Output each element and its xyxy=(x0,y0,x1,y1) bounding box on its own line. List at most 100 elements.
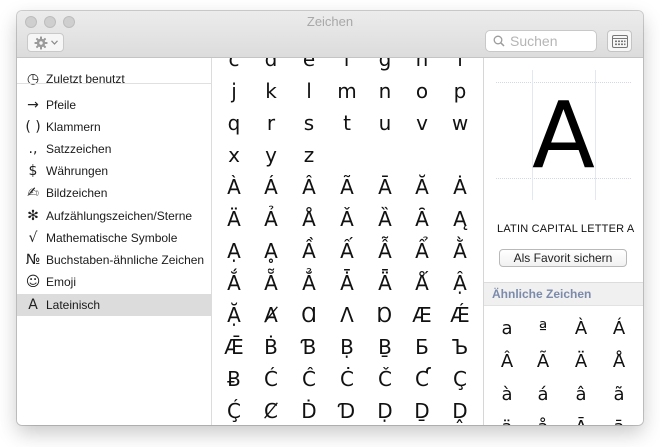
action-menu-button[interactable] xyxy=(27,33,64,52)
sidebar-item[interactable]: → Pfeile xyxy=(17,94,211,116)
character-cell[interactable]: Ȃ xyxy=(404,207,440,231)
character-cell[interactable]: f xyxy=(329,58,365,71)
character-cell[interactable]: Ċ xyxy=(329,367,365,391)
character-cell[interactable]: i xyxy=(442,58,478,71)
character-cell[interactable]: Ȁ xyxy=(367,207,403,231)
character-cell[interactable]: l xyxy=(291,79,327,103)
character-cell[interactable]: m xyxy=(329,79,365,103)
character-cell[interactable]: À xyxy=(216,175,252,199)
character-cell[interactable]: Å xyxy=(291,207,327,231)
similar-character-cell[interactable]: å xyxy=(528,417,558,425)
character-cell[interactable]: p xyxy=(442,79,478,103)
character-cell[interactable]: Ẵ xyxy=(253,271,289,295)
character-cell[interactable]: Č xyxy=(367,367,403,391)
similar-character-cell[interactable]: ā xyxy=(604,417,634,425)
similar-character-cell[interactable]: À xyxy=(566,318,596,339)
character-cell[interactable]: Ǣ xyxy=(216,335,252,359)
character-cell[interactable]: s xyxy=(291,111,327,135)
character-cell[interactable]: c xyxy=(216,58,252,71)
character-cell[interactable]: Ḍ xyxy=(367,399,403,423)
character-cell[interactable]: Ǻ xyxy=(404,271,440,295)
character-cell[interactable]: Ậ xyxy=(442,271,478,295)
character-cell[interactable]: Ƈ xyxy=(404,367,440,391)
character-cell[interactable]: Ḅ xyxy=(329,335,365,359)
character-cell[interactable]: Ạ xyxy=(216,239,252,263)
character-cell[interactable]: Ặ xyxy=(216,303,252,327)
character-cell[interactable]: Ɒ xyxy=(367,303,403,327)
sidebar-item[interactable]: √ Mathematische Symbole xyxy=(17,227,211,249)
similar-character-cell[interactable]: á xyxy=(528,384,558,405)
search-input[interactable] xyxy=(510,33,590,49)
character-cell[interactable]: Ấ xyxy=(329,239,365,263)
character-cell[interactable]: Ȧ xyxy=(442,175,478,199)
similar-character-cell[interactable]: à xyxy=(492,384,522,405)
character-cell[interactable]: q xyxy=(216,111,252,135)
character-cell[interactable]: o xyxy=(404,79,440,103)
character-cell[interactable]: Ä xyxy=(216,207,252,231)
character-cell[interactable]: Ḉ xyxy=(216,399,252,423)
sidebar-item[interactable]: ( ) Klammern xyxy=(17,116,211,138)
similar-character-cell[interactable]: Ä xyxy=(566,351,596,372)
character-cell[interactable]: Ḓ xyxy=(442,399,478,423)
character-cell[interactable]: Ḋ xyxy=(291,399,327,423)
character-cell[interactable]: Â xyxy=(291,175,327,199)
similar-character-cell[interactable]: â xyxy=(566,384,596,405)
similar-character-cell[interactable]: Ã xyxy=(528,351,558,372)
character-cell[interactable]: Ẫ xyxy=(367,239,403,263)
character-cell[interactable]: Ẩ xyxy=(404,239,440,263)
character-cell[interactable]: t xyxy=(329,111,365,135)
character-cell[interactable]: Ắ xyxy=(216,271,252,295)
character-cell[interactable]: Ƀ xyxy=(216,367,252,391)
sidebar-item[interactable]: $ Währungen xyxy=(17,160,211,182)
similar-character-cell[interactable]: ª xyxy=(528,318,558,339)
character-cell[interactable]: Ĉ xyxy=(291,367,327,391)
character-cell[interactable]: Ằ xyxy=(442,239,478,263)
sidebar-item[interactable]: ◷ Zuletzt benutzt xyxy=(17,68,211,90)
similar-character-cell[interactable]: Å xyxy=(604,351,634,372)
character-cell[interactable]: z xyxy=(291,143,327,167)
sidebar-item[interactable]: ✍ Bildzeichen xyxy=(17,182,211,204)
sidebar-item[interactable]: ✻ Aufzählungszeichen/Sterne xyxy=(17,205,211,227)
character-cell[interactable]: Ɑ xyxy=(291,303,327,327)
add-to-favorites-button[interactable]: Als Favorit sichern xyxy=(499,249,627,267)
character-cell[interactable]: Ẳ xyxy=(291,271,327,295)
character-cell[interactable]: Ⱥ xyxy=(253,303,289,327)
character-cell[interactable]: Ъ xyxy=(442,335,478,359)
character-cell[interactable]: Ǡ xyxy=(329,271,365,295)
character-cell[interactable]: Ȼ xyxy=(253,399,289,423)
character-cell[interactable]: e xyxy=(291,58,327,71)
sidebar-item[interactable]: № Buchstaben-ähnliche Zeichen xyxy=(17,249,211,271)
character-cell[interactable]: Ḇ xyxy=(367,335,403,359)
similar-character-cell[interactable]: Ā xyxy=(566,417,596,425)
sidebar-item[interactable]: ☺ Emoji xyxy=(17,271,211,293)
character-cell[interactable]: g xyxy=(367,58,403,71)
character-cell[interactable]: Ầ xyxy=(291,239,327,263)
character-cell[interactable]: Ả xyxy=(253,207,289,231)
character-cell[interactable]: r xyxy=(253,111,289,135)
character-cell[interactable]: Ʌ xyxy=(329,303,365,327)
character-cell[interactable]: Ḏ xyxy=(404,399,440,423)
character-cell[interactable]: Ǟ xyxy=(367,271,403,295)
search-field[interactable] xyxy=(485,30,597,52)
character-cell[interactable]: Ǎ xyxy=(329,207,365,231)
character-cell[interactable]: Ą xyxy=(442,207,478,231)
character-cell[interactable]: Ḁ xyxy=(253,239,289,263)
character-cell[interactable]: Á xyxy=(253,175,289,199)
character-cell[interactable]: v xyxy=(404,111,440,135)
character-cell[interactable]: k xyxy=(253,79,289,103)
character-cell[interactable]: n xyxy=(367,79,403,103)
character-cell[interactable]: j xyxy=(216,79,252,103)
similar-character-cell[interactable]: ã xyxy=(604,384,634,405)
character-cell[interactable]: d xyxy=(253,58,289,71)
character-cell[interactable]: Ă xyxy=(404,175,440,199)
character-cell[interactable]: Æ xyxy=(404,303,440,327)
character-cell[interactable]: Ç xyxy=(442,367,478,391)
character-cell[interactable]: y xyxy=(253,143,289,167)
sidebar-item[interactable]: ., Satzzeichen xyxy=(17,138,211,160)
sidebar-item[interactable]: A Lateinisch xyxy=(17,294,211,316)
character-cell[interactable]: Ã xyxy=(329,175,365,199)
character-cell[interactable]: Б xyxy=(404,335,440,359)
character-cell[interactable]: Ǽ xyxy=(442,303,478,327)
character-cell[interactable]: h xyxy=(404,58,440,71)
similar-character-cell[interactable]: Â xyxy=(492,351,522,372)
